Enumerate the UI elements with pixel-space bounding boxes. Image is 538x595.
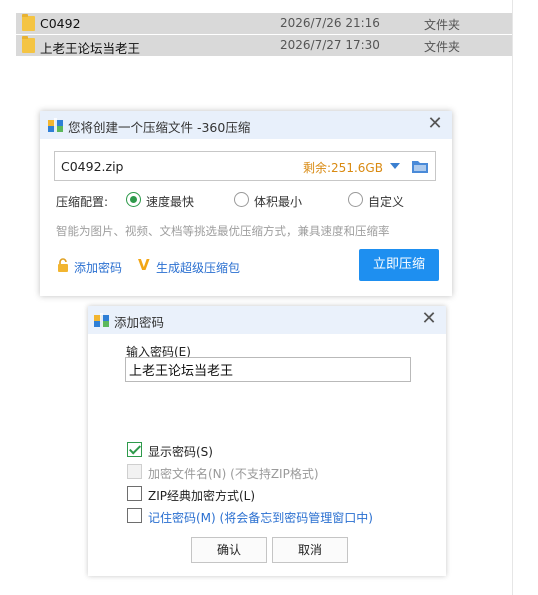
file-name: C0492	[40, 16, 81, 31]
checkbox	[127, 464, 142, 479]
remember-password-checkbox[interactable]: 记住密码(M) (将会备忘到密码管理窗口中)	[127, 507, 427, 525]
radio-button[interactable]	[348, 192, 363, 207]
radio-button[interactable]	[126, 192, 141, 207]
file-date: 2026/7/27 17:30	[280, 38, 380, 52]
radio-button[interactable]	[234, 192, 249, 207]
super-package-label: 生成超级压缩包	[156, 261, 241, 275]
file-row[interactable]: 上老王论坛当老王 2026/7/27 17:30 文件夹	[16, 35, 512, 56]
folder-icon	[22, 36, 35, 53]
compress-hint: 智能为图片、视频、文档等挑选最优压缩方式，兼具速度和压缩率	[56, 224, 390, 238]
explorer-pane-edge	[512, 0, 513, 595]
output-path-field[interactable]: C0492.zip 剩余:251.6GB	[54, 151, 436, 181]
file-date: 2026/7/26 21:16	[280, 16, 380, 30]
cancel-button[interactable]: 取消	[272, 537, 348, 563]
360zip-app-icon	[48, 118, 63, 132]
add-password-dialog: 添加密码 ✕ 输入密码(E) 显示密码(S) 加密文件名(N) (不支持ZIP格…	[88, 306, 446, 576]
confirm-button[interactable]: 确认	[191, 537, 267, 563]
compress-dialog-title: 您将创建一个压缩文件 -360压缩	[68, 120, 251, 135]
compress-config-row: 压缩配置: 速度最快 体积最小 自定义	[54, 190, 444, 210]
output-filename[interactable]: C0492.zip	[61, 159, 123, 174]
password-dialog-titlebar[interactable]: 添加密码 ✕	[88, 306, 446, 334]
compress-dialog-titlebar[interactable]: 您将创建一个压缩文件 -360压缩 ✕	[40, 111, 452, 139]
360zip-app-icon	[94, 313, 109, 327]
file-row[interactable]: C0492 2026/7/26 21:16 文件夹	[16, 13, 512, 34]
checkbox-label: 记住密码(M) (将会备忘到密码管理窗口中)	[148, 511, 373, 525]
checkbox-label: 加密文件名(N) (不支持ZIP格式)	[148, 467, 319, 481]
radio-label: 自定义	[368, 195, 405, 209]
password-input[interactable]	[125, 357, 411, 382]
v-badge-icon: V	[138, 256, 150, 274]
checkbox[interactable]	[127, 442, 142, 457]
radio-label: 速度最快	[146, 195, 195, 209]
file-name: 上老王论坛当老王	[40, 41, 141, 56]
compress-dialog: 您将创建一个压缩文件 -360压缩 ✕ C0492.zip 剩余:251.6GB…	[40, 111, 452, 296]
lock-icon	[58, 258, 68, 272]
encrypt-filenames-checkbox: 加密文件名(N) (不支持ZIP格式)	[127, 463, 427, 481]
radio-label: 体积最小	[254, 195, 303, 209]
folder-icon	[22, 14, 35, 31]
compress-now-button[interactable]: 立即压缩	[359, 249, 439, 281]
close-icon[interactable]: ✕	[426, 115, 444, 133]
checkbox[interactable]	[127, 486, 142, 501]
add-password-label: 添加密码	[74, 261, 123, 275]
show-password-checkbox[interactable]: 显示密码(S)	[127, 441, 427, 459]
file-type: 文件夹	[424, 18, 461, 32]
config-label: 压缩配置:	[56, 195, 109, 209]
checkbox-label: ZIP经典加密方式(L)	[148, 489, 256, 503]
file-type: 文件夹	[424, 40, 461, 54]
free-space-label: 剩余:251.6GB	[303, 161, 383, 175]
checkbox[interactable]	[127, 508, 142, 523]
folder-browse-icon[interactable]	[411, 158, 429, 174]
close-icon[interactable]: ✕	[420, 310, 438, 328]
password-dialog-title: 添加密码	[114, 315, 165, 330]
chevron-down-icon[interactable]	[390, 163, 400, 169]
checkbox-label: 显示密码(S)	[148, 445, 213, 459]
zip-classic-encryption-checkbox[interactable]: ZIP经典加密方式(L)	[127, 485, 427, 503]
